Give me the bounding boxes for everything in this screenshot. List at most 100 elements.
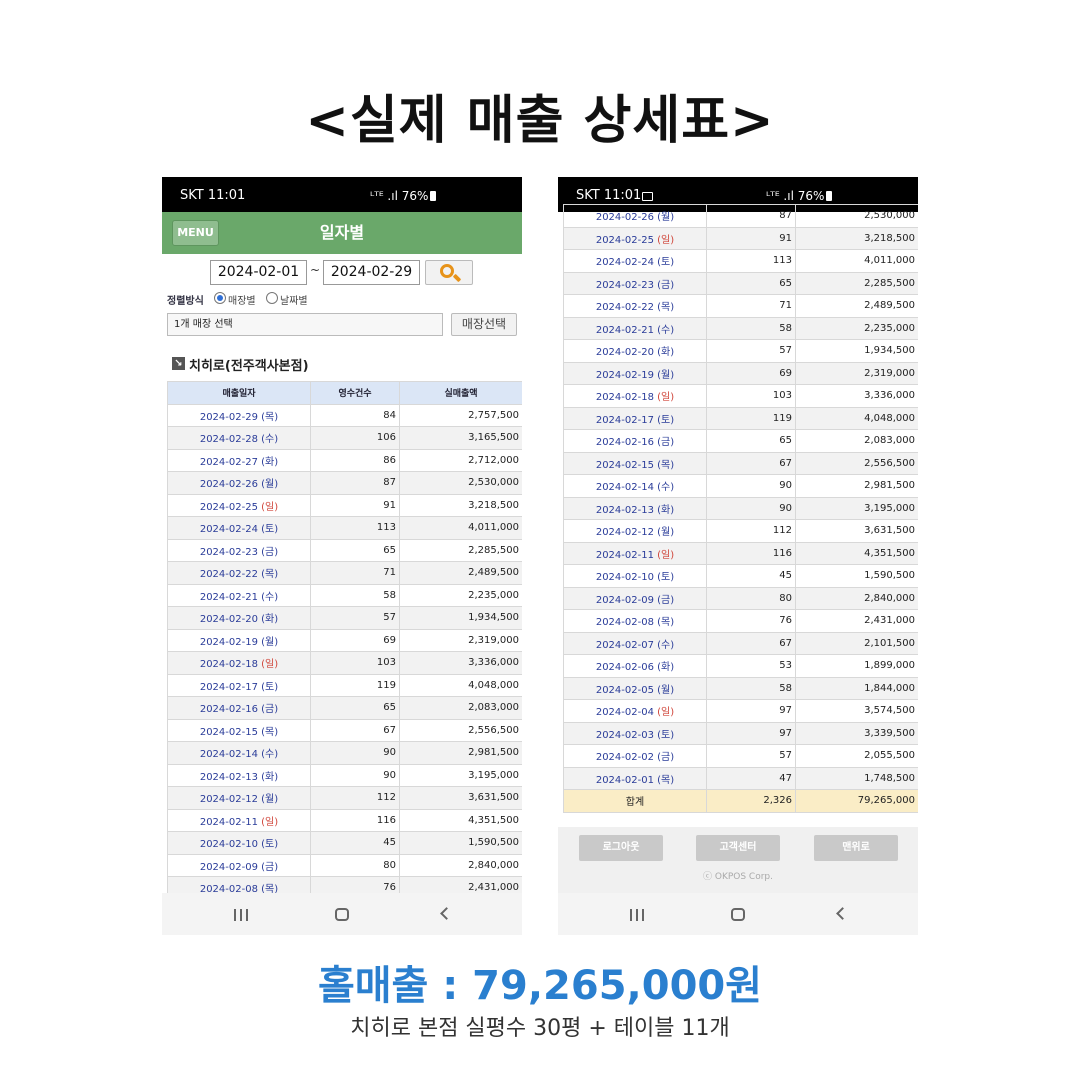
receipt-count-cell: 113 <box>706 249 796 273</box>
sale-date-cell: 2024-02-29 (목) <box>167 403 311 427</box>
receipt-count-cell: 97 <box>706 721 796 745</box>
receipt-count-cell: 69 <box>706 361 796 385</box>
sale-date-cell: 2024-02-09 (금) <box>167 853 311 877</box>
weekday: (일) <box>657 234 675 246</box>
section-arrow-icon: ↘ <box>172 357 185 370</box>
weekday: (금) <box>261 861 279 873</box>
net-sales-cell: 2,083,000 <box>795 429 918 453</box>
recent-apps-icon[interactable] <box>630 909 644 921</box>
weekday: (금) <box>657 594 675 606</box>
weekday: (토) <box>657 729 675 741</box>
sale-date: 2024-02-25 <box>595 234 654 246</box>
table-row: 2024-02-22 (목) 71 2,489,500 <box>167 561 522 585</box>
receipt-count-cell: 80 <box>310 853 400 877</box>
sale-date: 2024-02-22 <box>595 302 654 314</box>
sale-date: 2024-02-24 <box>595 257 654 269</box>
sale-date: 2024-02-18 <box>199 659 258 671</box>
receipt-count-cell: 71 <box>706 294 796 318</box>
search-button[interactable] <box>425 260 473 285</box>
sale-date: 2024-02-04 <box>595 707 654 719</box>
table-row: 2024-02-17 (토) 119 4,048,000 <box>167 673 522 697</box>
sale-date-cell: 2024-02-16 (금) <box>167 696 311 720</box>
sale-date: 2024-02-23 <box>595 279 654 291</box>
store-select-button[interactable]: 매장선택 <box>451 313 517 336</box>
sale-date: 2024-02-28 <box>199 434 258 446</box>
weekday: (화) <box>657 504 675 516</box>
net-sales-cell: 2,083,000 <box>399 696 522 720</box>
net-sales-cell: 3,339,500 <box>795 721 918 745</box>
table-row: 2024-02-28 (수) 106 3,165,500 <box>167 426 522 450</box>
sale-date: 2024-02-09 <box>595 594 654 606</box>
customer-center-button[interactable]: 고객센터 <box>696 835 780 861</box>
table-row: 2024-02-15 (목) 67 2,556,500 <box>563 451 918 475</box>
sale-date-cell: 2024-02-26 (월) <box>167 471 311 495</box>
net-sales-cell: 2,319,000 <box>795 361 918 385</box>
sale-date-cell: 2024-02-21 (수) <box>563 316 707 340</box>
sale-date-cell: 2024-02-04 (일) <box>563 699 707 723</box>
sale-date: 2024-02-17 <box>199 681 258 693</box>
scroll-top-button[interactable]: 맨위로 <box>814 835 898 861</box>
weekday: (수) <box>657 324 675 336</box>
home-icon[interactable] <box>731 908 745 921</box>
store-select-field[interactable]: 1개 매장 선택 <box>167 313 443 336</box>
receipt-count-cell: 76 <box>706 609 796 633</box>
receipt-count-cell: 113 <box>310 516 400 540</box>
receipt-count-cell: 47 <box>706 766 796 790</box>
net-sales-cell: 4,351,500 <box>795 541 918 565</box>
net-sales-cell: 3,218,500 <box>795 226 918 250</box>
weekday: (목) <box>657 774 675 786</box>
sale-date: 2024-02-08 <box>595 617 654 629</box>
table-row: 2024-02-24 (토) 113 4,011,000 <box>167 516 522 540</box>
sale-date-cell: 2024-02-03 (토) <box>563 721 707 745</box>
sale-date-cell: 2024-02-16 (금) <box>563 429 707 453</box>
weekday: (일) <box>657 392 675 404</box>
net-sales-cell: 3,195,000 <box>795 496 918 520</box>
sales-table: 매출일자 영수건수 실매출액 2024-02-29 (목) 84 2,757,500… <box>167 381 522 900</box>
table-row: 2024-02-13 (화) 90 3,195,000 <box>167 763 522 787</box>
table-row: 2024-02-22 (목) 71 2,489,500 <box>563 294 918 318</box>
net-sales-cell: 2,285,500 <box>399 538 522 562</box>
sale-date-cell: 2024-02-01 (목) <box>563 766 707 790</box>
sale-date: 2024-02-15 <box>199 726 258 738</box>
logout-button[interactable]: 로그아웃 <box>579 835 663 861</box>
sale-date: 2024-02-12 <box>595 527 654 539</box>
sale-date: 2024-02-02 <box>595 752 654 764</box>
weekday: (수) <box>657 639 675 651</box>
net-sales-cell: 2,285,500 <box>795 271 918 295</box>
receipt-count-cell: 65 <box>706 271 796 295</box>
date-separator: ~ <box>310 263 321 277</box>
sort-by-date-radio[interactable] <box>266 292 278 304</box>
column-header-amount: 실매출액 <box>399 381 522 405</box>
sale-date: 2024-02-11 <box>199 816 258 828</box>
table-row: 2024-02-25 (일) 91 3,218,500 <box>167 493 522 517</box>
weekday: (수) <box>261 591 279 603</box>
sale-date: 2024-02-23 <box>199 546 258 558</box>
sale-date-cell: 2024-02-11 (일) <box>167 808 311 832</box>
sales-table-continued: 2024-02-26 (월) 87 2,530,000 2024-02-25 (일) 9… <box>563 204 918 813</box>
receipt-count-cell: 80 <box>706 586 796 610</box>
date-to-input[interactable]: 2024-02-29 <box>323 260 420 285</box>
weekday: (금) <box>657 437 675 449</box>
sale-date: 2024-02-19 <box>595 369 654 381</box>
weekday: (토) <box>261 524 279 536</box>
sale-date: 2024-02-15 <box>595 459 654 471</box>
receipt-count-cell: 57 <box>310 606 400 630</box>
sale-date-cell: 2024-02-15 (목) <box>167 718 311 742</box>
recent-apps-icon[interactable] <box>234 909 248 921</box>
status-time: SKT 11:01 <box>180 188 246 203</box>
net-sales-cell: 2,840,000 <box>399 853 522 877</box>
sale-date-cell: 2024-02-10 (토) <box>167 831 311 855</box>
menu-button[interactable]: MENU <box>172 220 219 246</box>
status-bar: SKT 11:01 ᴸᵀᴱ .ıl 76% <box>162 177 522 212</box>
date-from-input[interactable]: 2024-02-01 <box>210 260 307 285</box>
home-icon[interactable] <box>335 908 349 921</box>
table-row: 2024-02-05 (월) 58 1,844,000 <box>563 676 918 700</box>
sale-date: 2024-02-24 <box>199 524 258 536</box>
receipt-count-cell: 116 <box>310 808 400 832</box>
back-icon[interactable] <box>836 907 849 920</box>
receipt-count-cell: 103 <box>706 384 796 408</box>
weekday: (금) <box>261 546 279 558</box>
back-icon[interactable] <box>440 907 453 920</box>
sort-by-store-radio[interactable] <box>214 292 226 304</box>
weekday: (목) <box>657 302 675 314</box>
